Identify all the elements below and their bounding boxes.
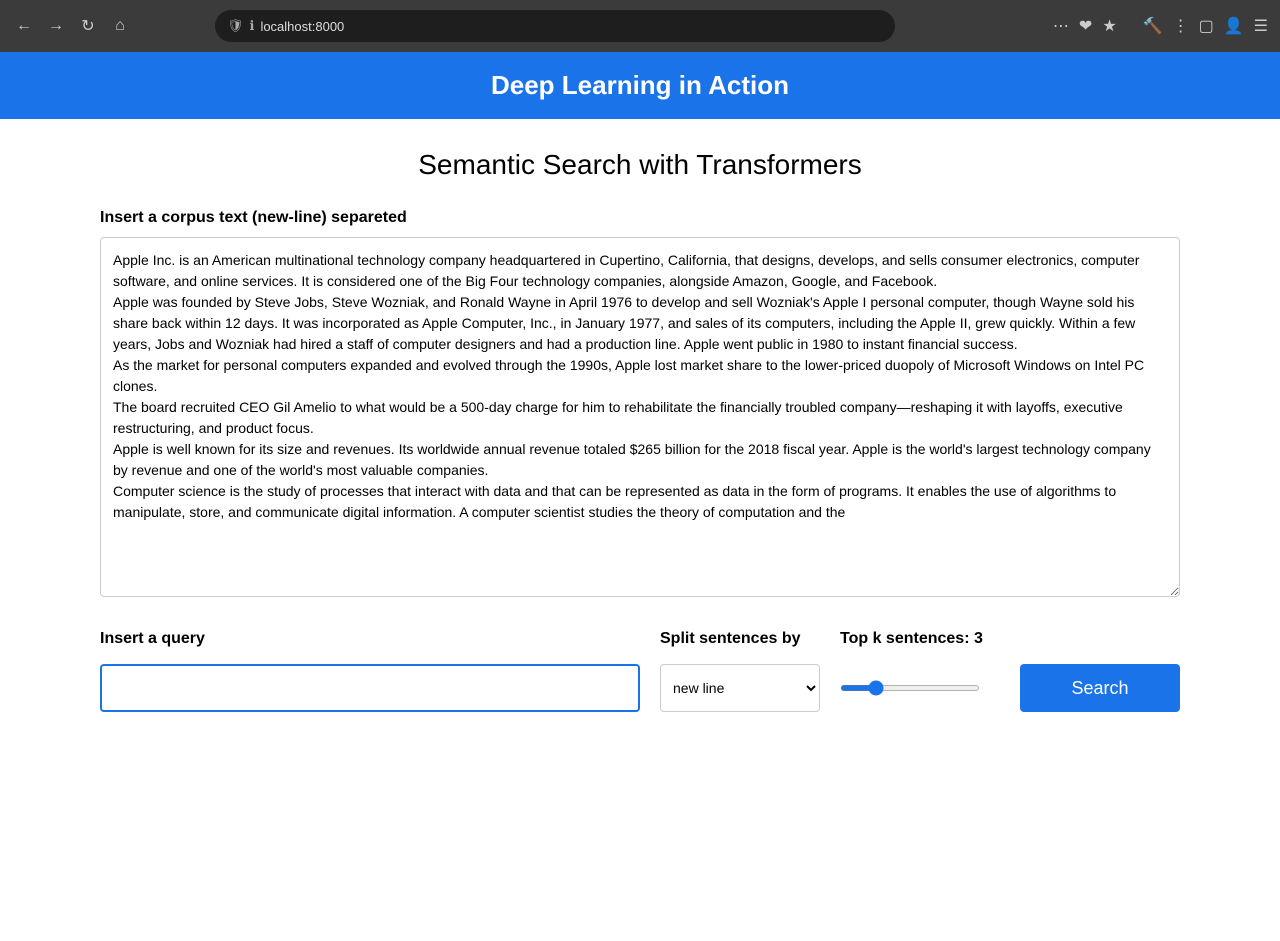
split-section: Split sentences by new line period comma [660, 630, 820, 712]
main-content: Semantic Search with Transformers Insert… [50, 119, 1230, 742]
split-label: Split sentences by [660, 630, 820, 648]
menu-icon[interactable]: ☰ [1254, 16, 1268, 36]
reader-icon[interactable]: ▢ [1199, 16, 1214, 36]
corpus-section: Insert a corpus text (new-line) separete… [100, 209, 1180, 602]
url-text: localhost:8000 [260, 19, 344, 34]
home-button[interactable]: ⌂ [108, 14, 132, 38]
ellipsis-icon[interactable]: ⋯ [1053, 16, 1069, 36]
browser-right-icons: ⋯ ❤ ★ 🔨 ⋮ ▢ 👤 ☰ [1053, 16, 1268, 36]
query-input[interactable] [100, 664, 640, 712]
pocket-icon[interactable]: ❤ [1079, 16, 1092, 36]
star-icon[interactable]: ★ [1102, 16, 1116, 36]
topk-label: Top k sentences: 3 [840, 630, 1000, 648]
topk-section: Top k sentences: 3 [840, 630, 1000, 712]
search-button[interactable]: Search [1020, 664, 1180, 712]
forward-button[interactable]: → [44, 14, 68, 38]
topk-slider[interactable] [840, 685, 980, 691]
query-label: Insert a query [100, 630, 640, 648]
tools-icon[interactable]: 🔨 [1143, 16, 1163, 36]
shield-icon: 🛡 [227, 18, 244, 34]
app-title: Deep Learning in Action [491, 70, 789, 100]
split-select[interactable]: new line period comma [660, 664, 820, 712]
back-button[interactable]: ← [12, 14, 36, 38]
query-row: Insert a query Split sentences by new li… [100, 630, 1180, 712]
bookmarks-icon[interactable]: ⋮ [1173, 16, 1189, 36]
lock-icon: ℹ [249, 18, 254, 34]
refresh-button[interactable]: ↻ [76, 14, 100, 38]
query-section: Insert a query [100, 630, 640, 712]
profile-icon[interactable]: 👤 [1224, 16, 1244, 36]
browser-chrome: ← → ↻ ⌂ 🛡 ℹ localhost:8000 ⋯ ❤ ★ 🔨 ⋮ ▢ 👤… [0, 0, 1280, 52]
address-bar[interactable]: 🛡 ℹ localhost:8000 [215, 10, 895, 42]
page-title: Semantic Search with Transformers [100, 149, 1180, 181]
corpus-textarea[interactable] [100, 237, 1180, 597]
corpus-label: Insert a corpus text (new-line) separete… [100, 209, 1180, 227]
app-header: Deep Learning in Action [0, 52, 1280, 119]
slider-container [840, 664, 1000, 712]
